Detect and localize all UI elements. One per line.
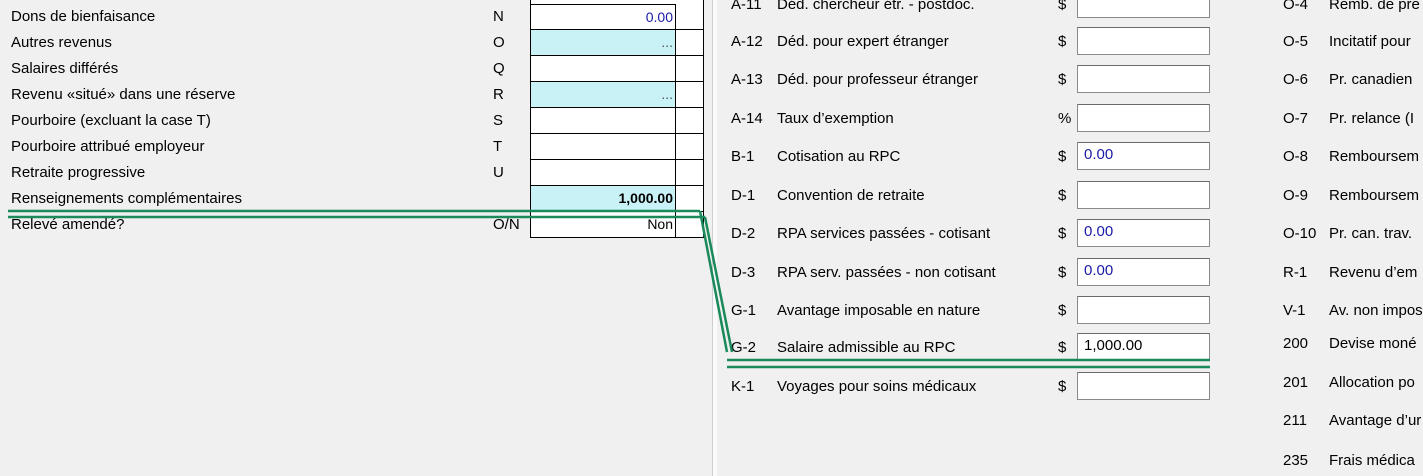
field-code: R bbox=[493, 86, 504, 103]
field-code: Q bbox=[493, 60, 505, 77]
far-right-field-row: O-6 Pr. canadien bbox=[717, 65, 1423, 95]
slip-fields-panel-right: A-11 Déd. chercheur étr. - postdoc. $ A-12 D… bbox=[717, 0, 1423, 476]
box-code: R-1 bbox=[1283, 264, 1308, 281]
far-right-field-row: 211 Avantage d’ur bbox=[717, 406, 1423, 436]
left-field-row: Pourboire (excluant la case T) S bbox=[0, 108, 712, 134]
field-extra-cell[interactable] bbox=[676, 4, 704, 30]
field-label: Salaires différés bbox=[11, 60, 119, 77]
far-right-field-row: 235 Frais médica bbox=[717, 446, 1423, 476]
left-field-row: Retraite progressive U bbox=[0, 160, 712, 186]
field-label: Pourboire attribué employeur bbox=[11, 138, 205, 155]
field-label: Retraite progressive bbox=[11, 164, 146, 181]
box-label: Incitatif pour bbox=[1329, 33, 1411, 50]
far-right-field-row: O-9 Remboursem bbox=[717, 181, 1423, 211]
field-code: U bbox=[493, 164, 504, 181]
left-field-row: Salaires différés Q bbox=[0, 56, 712, 82]
field-extra-cell[interactable] bbox=[676, 108, 704, 134]
field-code: O bbox=[493, 34, 505, 51]
field-code: T bbox=[493, 138, 503, 155]
left-field-row: Renseignements complémentaires 1,000.00 bbox=[0, 186, 712, 212]
field-value-input[interactable]: ... bbox=[530, 30, 676, 56]
box-label: Pr. canadien bbox=[1329, 71, 1413, 88]
field-value-input[interactable] bbox=[530, 108, 676, 134]
left-field-row: Dons de bienfaisance N 0.00 bbox=[0, 4, 712, 30]
field-label: Renseignements complémentaires bbox=[11, 190, 242, 207]
field-code: O/N bbox=[493, 216, 520, 233]
far-right-field-row: O-4 Remb. de pre bbox=[717, 0, 1423, 20]
box-label: Remboursem bbox=[1329, 148, 1420, 165]
box-label: Avantage d’ur bbox=[1329, 412, 1422, 429]
field-value-input[interactable] bbox=[530, 160, 676, 186]
field-extra-cell[interactable] bbox=[676, 212, 704, 238]
box-label: Remb. de pre bbox=[1329, 0, 1420, 13]
far-right-field-row: O-5 Incitatif pour bbox=[717, 27, 1423, 57]
far-right-field-row: 201 Allocation po bbox=[717, 368, 1423, 398]
box-code: O-9 bbox=[1283, 187, 1309, 204]
field-code: N bbox=[493, 8, 504, 25]
box-code: O-8 bbox=[1283, 148, 1309, 165]
box-code: O-6 bbox=[1283, 71, 1309, 88]
box-label: Allocation po bbox=[1329, 374, 1415, 391]
box-code: 235 bbox=[1283, 452, 1309, 469]
field-label: Revenu «situé» dans une réserve bbox=[11, 86, 236, 103]
field-value-input[interactable] bbox=[530, 134, 676, 160]
field-extra-cell[interactable] bbox=[676, 56, 704, 82]
far-right-field-row: R-1 Revenu d’em bbox=[717, 258, 1423, 288]
box-code: O-4 bbox=[1283, 0, 1309, 13]
field-label: Pourboire (excluant la case T) bbox=[11, 112, 211, 129]
far-right-field-row: V-1 Av. non impos bbox=[717, 296, 1423, 326]
box-code: 200 bbox=[1283, 335, 1309, 352]
box-label: Revenu d’em bbox=[1329, 264, 1418, 281]
box-label: Pr. can. trav. bbox=[1329, 225, 1413, 242]
box-label: Pr. relance (I bbox=[1329, 110, 1415, 127]
field-value-input[interactable]: Non bbox=[530, 212, 676, 238]
field-extra-cell[interactable] bbox=[676, 186, 704, 212]
box-code: O-7 bbox=[1283, 110, 1309, 127]
box-code: 211 bbox=[1283, 412, 1307, 429]
box-label: Frais médica bbox=[1329, 452, 1415, 469]
box-code: O-10 bbox=[1283, 225, 1317, 242]
field-value-input[interactable] bbox=[530, 56, 676, 82]
box-label: Av. non impos bbox=[1329, 302, 1423, 319]
box-code: 201 bbox=[1283, 374, 1309, 391]
field-extra-cell[interactable] bbox=[676, 30, 704, 56]
box-label: Devise moné bbox=[1329, 335, 1417, 352]
left-field-row: Pourboire attribué employeur T bbox=[0, 134, 712, 160]
field-value-input[interactable]: 1,000.00 bbox=[530, 186, 676, 212]
field-label: Dons de bienfaisance bbox=[11, 8, 156, 25]
field-label: Autres revenus bbox=[11, 34, 112, 51]
field-value-input[interactable]: ... bbox=[530, 82, 676, 108]
left-field-row: Revenu «situé» dans une réserve R... bbox=[0, 82, 712, 108]
field-extra-cell[interactable] bbox=[676, 82, 704, 108]
far-right-field-row: O-7 Pr. relance (I bbox=[717, 104, 1423, 134]
field-extra-cell[interactable] bbox=[676, 134, 704, 160]
partial-row-above bbox=[530, 0, 704, 4]
field-value-input[interactable]: 0.00 bbox=[530, 4, 676, 30]
far-right-field-row: 200 Devise moné bbox=[717, 329, 1423, 359]
far-right-field-row: O-10 Pr. can. trav. bbox=[717, 219, 1423, 249]
box-code: O-5 bbox=[1283, 33, 1309, 50]
field-label: Relevé amendé? bbox=[11, 216, 125, 233]
box-label: Remboursem bbox=[1329, 187, 1420, 204]
left-field-row: Relevé amendé? O/N Non bbox=[0, 212, 712, 238]
slip-fields-panel-left: Dons de bienfaisance N 0.00 Autres revenus O… bbox=[0, 0, 712, 476]
box-code: V-1 bbox=[1283, 302, 1306, 319]
far-right-field-row: O-8 Remboursem bbox=[717, 142, 1423, 172]
left-field-row: Autres revenus O... bbox=[0, 30, 712, 56]
field-extra-cell[interactable] bbox=[676, 160, 704, 186]
field-code: S bbox=[493, 112, 504, 129]
